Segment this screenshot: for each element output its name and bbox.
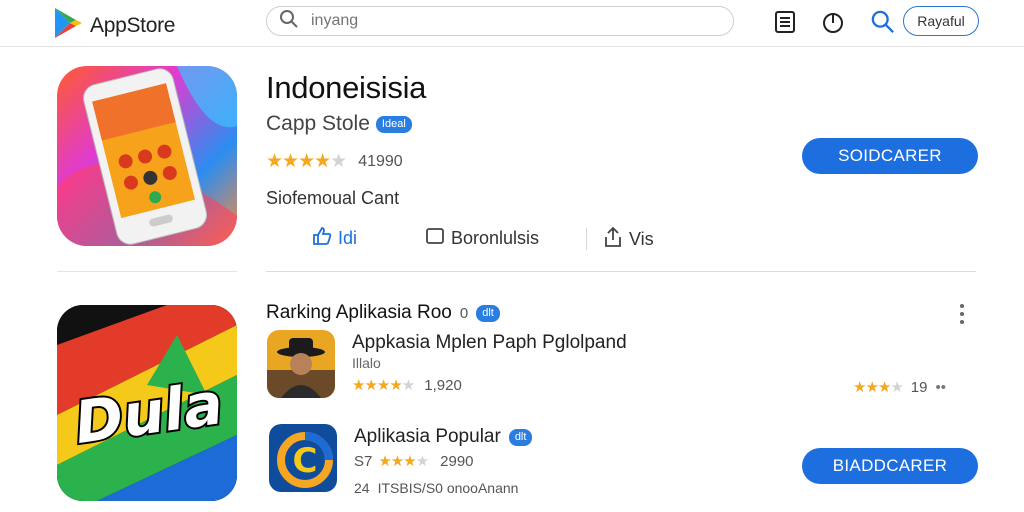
search-input[interactable] xyxy=(309,11,693,31)
bookmark-action[interactable]: Boronlulsis xyxy=(425,226,539,251)
list-item-title[interactable]: Appkasia Mplen Paph Pglolpand xyxy=(352,332,627,354)
play-store-logo-icon xyxy=(52,6,84,45)
more-icon[interactable]: •• xyxy=(935,379,946,396)
power-icon[interactable] xyxy=(821,10,845,34)
like-action-label: Idi xyxy=(338,228,358,248)
rating-row: ★★★★★ 41990 xyxy=(266,150,403,173)
star-rating: ★★★★ xyxy=(853,379,904,396)
list-item-rating: ★★★★★ 1,920 xyxy=(352,376,462,395)
ranking-header: Rarking Aplikasia Roo 0 dlt xyxy=(266,302,500,324)
star-rating: ★★★★ xyxy=(378,453,429,470)
ranking-badge: dlt xyxy=(476,304,500,322)
app-icon xyxy=(57,66,237,246)
brand-name: AppStore xyxy=(90,13,176,37)
section-divider xyxy=(266,271,976,272)
developer-row: Capp Stole Ideal xyxy=(266,112,412,136)
ranking-count: 0 xyxy=(459,304,469,322)
action-divider xyxy=(586,228,587,250)
bookmark-action-label: Boronlulsis xyxy=(451,228,540,248)
list-item-header: Aplikasia Popular dlt xyxy=(354,426,533,448)
developer-name[interactable]: Capp Stole xyxy=(266,112,370,136)
more-options-icon[interactable] xyxy=(955,302,969,326)
list-item-subtitle: Illalo xyxy=(352,355,381,371)
svg-text:C: C xyxy=(293,441,318,481)
list-item-meta: 24 ITSBIS/S0 onooAnann xyxy=(354,480,518,496)
ranking-title: Rarking Aplikasia Roo xyxy=(266,302,452,323)
list-item-badge: dlt xyxy=(508,428,533,446)
star-rating: ★★★★★ xyxy=(266,151,347,172)
list-item-meta-text: ITSBIS/S0 onooAnann xyxy=(377,480,519,496)
search-icon xyxy=(279,9,299,34)
side-rating-value: 19 xyxy=(910,378,928,396)
dula-app-icon[interactable]: Dula xyxy=(57,305,237,501)
app-title: Indoneisisia xyxy=(266,70,427,105)
share-action-label: Vis xyxy=(629,229,654,249)
like-action[interactable]: Idi xyxy=(312,226,357,251)
share-action[interactable]: Vis xyxy=(603,226,654,253)
list-item-title[interactable]: Aplikasia Popular xyxy=(354,426,501,448)
search-bar[interactable] xyxy=(266,6,734,36)
list-item-meta-prefix: 24 xyxy=(354,480,370,496)
list-item-rating: S7 ★★★★ 2990 xyxy=(354,452,474,471)
app-category: Siofemoual Cant xyxy=(266,188,400,208)
account-button[interactable]: Rayaful xyxy=(903,6,979,36)
developer-badge: Ideal xyxy=(375,115,412,133)
rating-count: 41990 xyxy=(358,152,403,170)
side-rating: ★★★★ 19 •• xyxy=(853,378,946,397)
list-item-rating-count: 2990 xyxy=(440,452,474,470)
list-item-rating-count: 1,920 xyxy=(424,376,462,394)
thumbs-up-icon xyxy=(312,226,332,251)
star-rating: ★★★★★ xyxy=(352,377,415,394)
square-icon xyxy=(425,226,445,251)
list-item-rating-prefix: S7 xyxy=(354,452,373,470)
divider-left xyxy=(57,271,237,272)
search-icon-header[interactable] xyxy=(871,10,895,34)
list-item-thumbnail[interactable] xyxy=(267,330,335,398)
list-item-thumbnail[interactable]: C xyxy=(269,424,337,492)
install-button[interactable]: SOIDCARER xyxy=(802,138,978,174)
brand[interactable]: AppStore xyxy=(52,6,175,45)
get-button[interactable]: BIADDCARER xyxy=(802,448,978,484)
share-icon xyxy=(603,226,623,253)
library-icon[interactable] xyxy=(773,10,797,34)
